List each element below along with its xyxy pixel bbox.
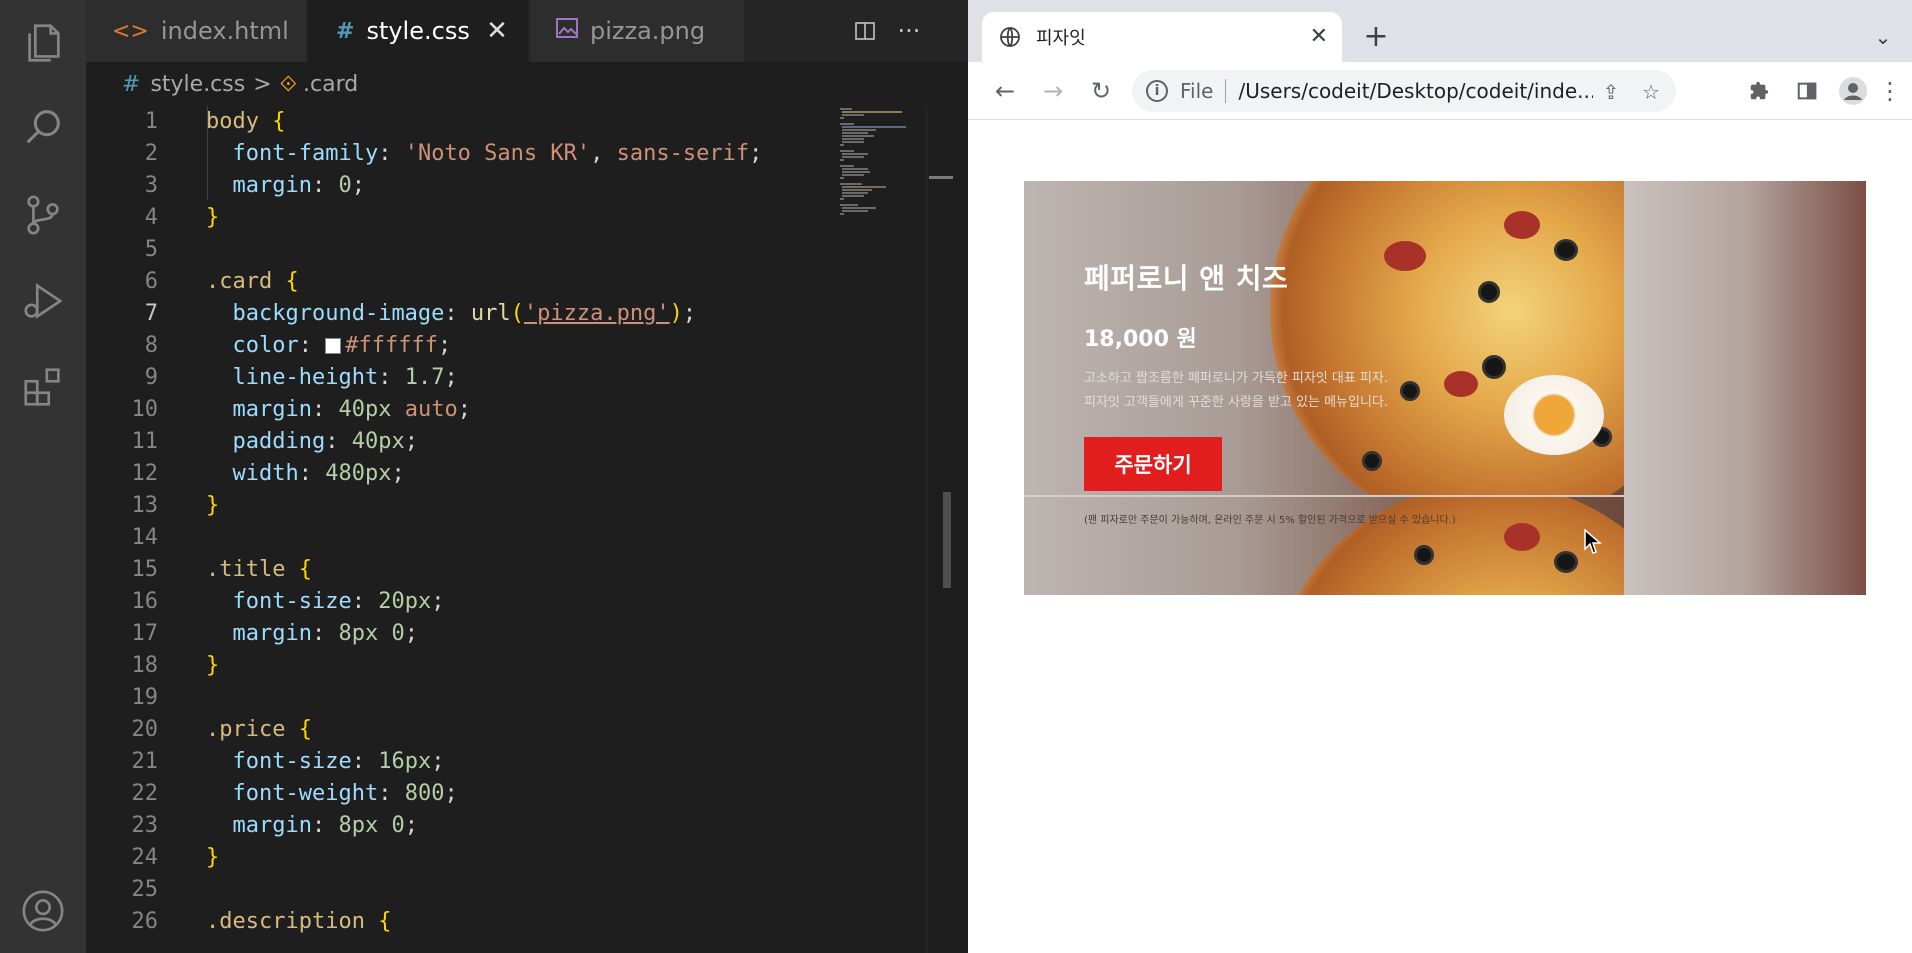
card-note: (팬 피자로만 주문이 가능하며, 온라인 주문 시 5% 할인된 가격으로 받… — [1084, 515, 1456, 526]
tab-label: pizza.png — [590, 17, 706, 45]
divider — [1225, 79, 1227, 103]
page-viewport: 페퍼로니 앤 치즈 18,000 원 고소하고 짭조름한 페퍼로니가 가득한 피… — [968, 121, 1912, 953]
chevron-down-icon[interactable]: ⌄ — [1868, 22, 1898, 52]
line-number-row: 25 — [86, 874, 926, 906]
code-line[interactable]: margin: 0; — [86, 170, 926, 202]
color-swatch[interactable] — [325, 338, 342, 354]
menu-kebab-icon[interactable]: ⋮ — [1878, 76, 1902, 106]
image-file-icon — [556, 18, 578, 44]
line-number-row: 5 — [86, 234, 926, 266]
scroll-thumb[interactable] — [943, 492, 951, 588]
bookmark-star-icon[interactable]: ☆ — [1638, 79, 1664, 105]
code-line[interactable]: margin: 40px auto; — [86, 394, 926, 426]
extensions-icon[interactable] — [18, 362, 68, 412]
breadcrumb-symbol[interactable]: .card — [303, 72, 358, 97]
url-text[interactable]: /Users/codeit/Desktop/codeit/inde... — [1238, 79, 1593, 103]
address-bar[interactable]: i File /Users/codeit/Desktop/codeit/inde… — [1132, 70, 1676, 112]
source-control-icon[interactable] — [18, 190, 68, 240]
browser-tab[interactable]: 피자잇 ✕ — [982, 12, 1342, 62]
split-editor-icon[interactable] — [848, 14, 882, 48]
editor-scrollbar[interactable] — [926, 106, 968, 953]
code-editor[interactable]: 1 2 3 4 5 6 7 8 9 10 11 12 13 14 15 16 17 18 19 20 21 22 23 24 2… — [86, 106, 926, 953]
activity-bar — [0, 0, 86, 953]
code-line[interactable]: font-family: 'Noto Sans KR', sans-serif; — [86, 138, 926, 170]
code-line[interactable]: .title { — [86, 554, 926, 586]
editor-tab-bar: <> index.html # style.css ✕ pizza.png ··… — [86, 0, 968, 62]
extensions-puzzle-icon[interactable] — [1744, 76, 1774, 106]
egg-topping — [1504, 375, 1604, 455]
line-number-row: 14 — [86, 522, 926, 554]
close-icon[interactable]: ✕ — [1310, 24, 1328, 49]
line-number: 5 — [144, 237, 158, 262]
profile-avatar-icon[interactable] — [1838, 76, 1868, 106]
info-icon[interactable]: i — [1146, 80, 1168, 102]
run-debug-icon[interactable] — [18, 276, 68, 326]
css-file-icon: # — [122, 71, 141, 97]
code-line[interactable]: body { — [86, 106, 926, 138]
tab-label: style.css — [366, 17, 470, 45]
line-number: 19 — [131, 685, 159, 710]
code-line[interactable]: } — [86, 650, 926, 682]
selector-symbol-icon: ⟐ — [279, 71, 297, 97]
line-number: 25 — [131, 877, 159, 902]
code-line-current[interactable]: background-image: url('pizza.png'); — [86, 298, 926, 330]
code-line[interactable]: margin: 8px 0; — [86, 810, 926, 842]
card-description: 고소하고 짭조름한 페퍼로니가 가득한 피자잇 대표 피자. 피자잇 고객들에게… — [1084, 367, 1504, 415]
order-button[interactable]: 주문하기 — [1084, 437, 1222, 491]
browser-window: 피자잇 ✕ + ⌄ ← → ↻ i File /Users/codeit/Des… — [968, 0, 1912, 953]
breadcrumb: # style.css > ⟐ .card — [86, 62, 968, 106]
chevron-right-icon: > — [253, 71, 272, 97]
html-file-icon: <> — [112, 18, 149, 44]
code-line[interactable]: margin: 8px 0; — [86, 618, 926, 650]
search-icon[interactable] — [18, 102, 68, 152]
browser-tab-strip: 피자잇 ✕ + ⌄ — [968, 0, 1912, 62]
pizza-card: 페퍼로니 앤 치즈 18,000 원 고소하고 짭조름한 페퍼로니가 가득한 피… — [1024, 181, 1866, 595]
tab-style-css[interactable]: # style.css ✕ — [308, 0, 528, 62]
code-line[interactable]: width: 480px; — [86, 458, 926, 490]
breadcrumb-file[interactable]: style.css — [150, 72, 245, 97]
tab-label: index.html — [160, 17, 289, 45]
close-icon[interactable]: ✕ — [484, 16, 510, 46]
code-line[interactable]: .description { — [86, 906, 926, 938]
line-number-row: 19 — [86, 682, 926, 714]
url-scheme: File — [1180, 79, 1214, 103]
reload-icon[interactable]: ↻ — [1086, 76, 1116, 106]
back-arrow-icon[interactable]: ← — [990, 76, 1020, 106]
side-panel-icon[interactable] — [1792, 76, 1822, 106]
background-image-tile — [1624, 181, 1866, 595]
code-line[interactable]: .card { — [86, 266, 926, 298]
new-tab-button[interactable]: + — [1360, 19, 1392, 54]
forward-arrow-icon[interactable]: → — [1038, 76, 1068, 106]
globe-icon — [1000, 27, 1020, 47]
tab-pizza-png[interactable]: pizza.png — [530, 0, 744, 62]
css-file-icon: # — [336, 18, 355, 44]
code-line[interactable]: font-size: 16px; — [86, 746, 926, 778]
line-number: 14 — [131, 525, 159, 550]
browser-toolbar: ← → ↻ i File /Users/codeit/Desktop/codei… — [968, 62, 1912, 120]
browser-tab-title: 피자잇 — [1036, 28, 1086, 49]
card-title: 페퍼로니 앤 치즈 — [1084, 262, 1289, 295]
explorer-icon[interactable] — [18, 18, 68, 68]
card-price: 18,000 원 — [1084, 327, 1197, 352]
account-icon[interactable] — [18, 886, 68, 936]
code-line[interactable]: color: #ffffff; — [86, 330, 926, 362]
code-line[interactable]: } — [86, 842, 926, 874]
code-line[interactable]: } — [86, 490, 926, 522]
vscode-window: <> index.html # style.css ✕ pizza.png ··… — [0, 0, 968, 953]
more-actions-icon[interactable]: ··· — [892, 14, 926, 48]
code-line[interactable]: .price { — [86, 714, 926, 746]
tab-index-html[interactable]: <> index.html — [86, 0, 306, 62]
description-line: 피자잇 고객들에게 꾸준한 사랑을 받고 있는 메뉴입니다. — [1084, 395, 1389, 410]
share-icon[interactable]: ⇪ — [1598, 79, 1624, 105]
mouse-cursor-icon — [1584, 529, 1602, 554]
scroll-overview-mark — [929, 176, 953, 179]
code-line[interactable]: font-weight: 800; — [86, 778, 926, 810]
minimap[interactable] — [836, 106, 926, 256]
code-line[interactable]: line-height: 1.7; — [86, 362, 926, 394]
description-line: 고소하고 짭조름한 페퍼로니가 가득한 피자잇 대표 피자. — [1084, 371, 1389, 386]
code-line[interactable]: font-size: 20px; — [86, 586, 926, 618]
card-content: 페퍼로니 앤 치즈 18,000 원 고소하고 짭조름한 페퍼로니가 가득한 피… — [1084, 181, 1504, 595]
code-line[interactable]: } — [86, 202, 926, 234]
code-line[interactable]: padding: 40px; — [86, 426, 926, 458]
